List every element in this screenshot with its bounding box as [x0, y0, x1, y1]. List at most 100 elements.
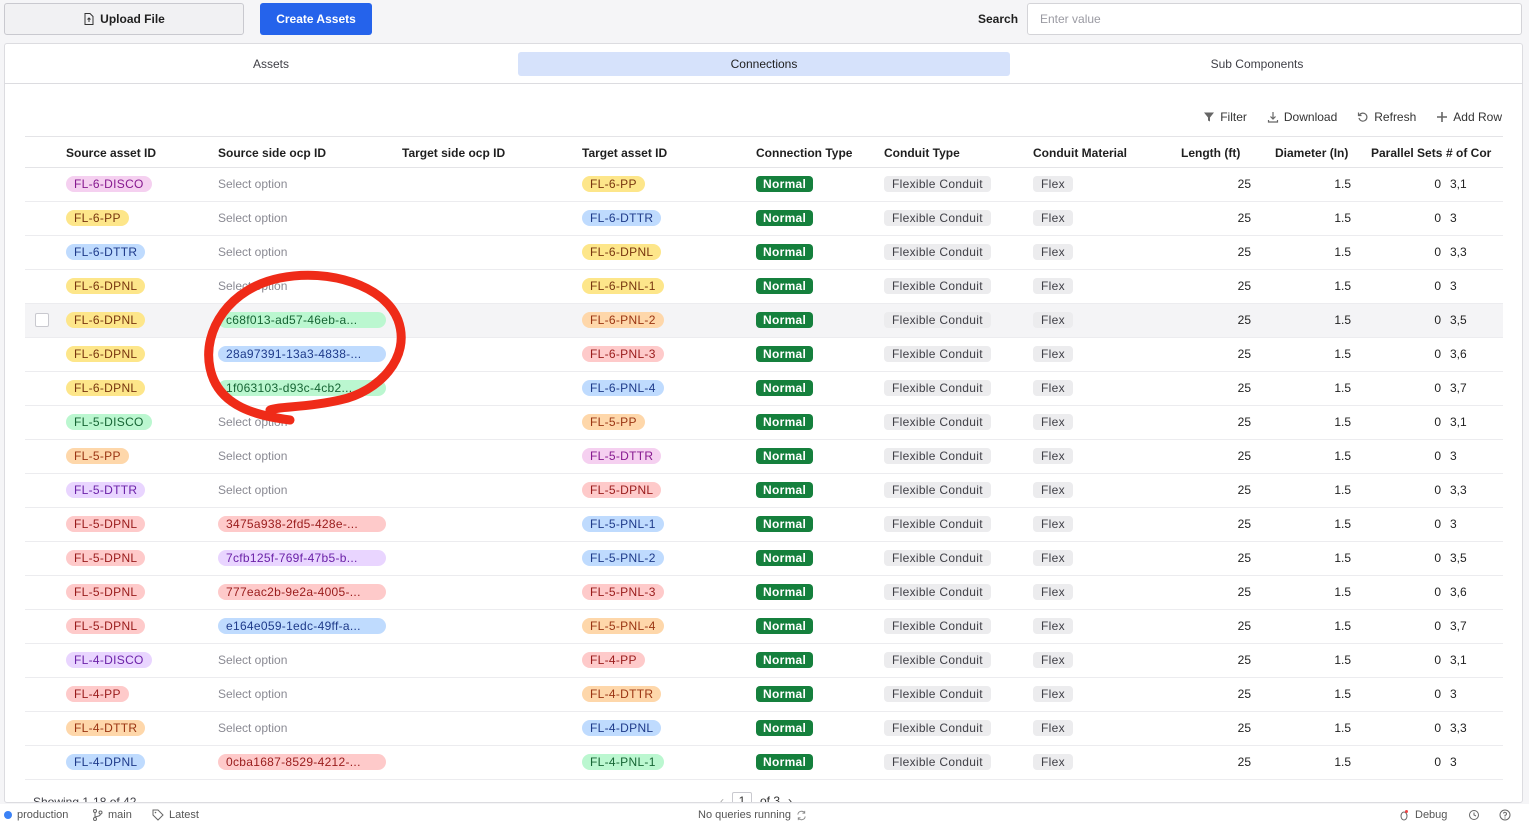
cell-conductors[interactable]: 3,7	[1450, 381, 1467, 395]
table-row[interactable]: FL-6-PP Select option FL-6-DTTR Normal Flexi…	[25, 202, 1503, 236]
conduit-type-tag[interactable]: Flexible Conduit	[884, 448, 991, 464]
target-asset-tag[interactable]: FL-6-PNL-3	[582, 346, 664, 362]
cell-len[interactable]: 25	[1191, 347, 1251, 361]
conduit-material-tag[interactable]: Flex	[1033, 210, 1073, 226]
col-target-side-ocp-id[interactable]: Target side ocp ID	[402, 146, 505, 160]
cell-par[interactable]: 0	[1381, 483, 1441, 497]
target-asset-tag[interactable]: FL-5-PNL-2	[582, 550, 664, 566]
cell-dia[interactable]: 1.5	[1291, 721, 1351, 735]
connection-type-tag[interactable]: Normal	[756, 754, 814, 770]
cell-par[interactable]: 0	[1381, 415, 1441, 429]
conduit-type-tag[interactable]: Flexible Conduit	[884, 652, 991, 668]
cell-len[interactable]: 25	[1191, 551, 1251, 565]
connection-type-tag[interactable]: Normal	[756, 346, 814, 362]
conduit-type-tag[interactable]: Flexible Conduit	[884, 210, 991, 226]
source-asset-tag[interactable]: FL-6-DPNL	[66, 346, 146, 362]
cell-len[interactable]: 25	[1191, 585, 1251, 599]
cell-conductors[interactable]: 3,6	[1450, 347, 1467, 361]
help-button[interactable]	[1499, 809, 1511, 821]
target-asset-tag[interactable]: FL-6-DTTR	[582, 210, 662, 226]
cell-len[interactable]: 25	[1191, 755, 1251, 769]
connection-type-tag[interactable]: Normal	[756, 686, 814, 702]
cell-par[interactable]: 0	[1381, 585, 1441, 599]
cell-par[interactable]: 0	[1381, 211, 1441, 225]
add-row-button[interactable]: Add Row	[1436, 110, 1502, 124]
col-source-side-ocp-id[interactable]: Source side ocp ID	[218, 146, 326, 160]
cell-conductors[interactable]: 3,1	[1450, 653, 1467, 667]
target-asset-tag[interactable]: FL-6-PP	[582, 176, 645, 192]
table-row[interactable]: FL-6-DTTR Select option FL-6-DPNL Normal Fle…	[25, 236, 1503, 270]
cell-dia[interactable]: 1.5	[1291, 619, 1351, 633]
branch-indicator[interactable]: main	[92, 809, 132, 821]
conduit-material-tag[interactable]: Flex	[1033, 516, 1073, 532]
cell-len[interactable]: 25	[1191, 687, 1251, 701]
cell-len[interactable]: 25	[1191, 279, 1251, 293]
connection-type-tag[interactable]: Normal	[756, 516, 814, 532]
conduit-material-tag[interactable]: Flex	[1033, 720, 1073, 736]
conduit-type-tag[interactable]: Flexible Conduit	[884, 584, 991, 600]
refresh-button[interactable]: Refresh	[1357, 110, 1416, 124]
table-row[interactable]: FL-5-PP Select option FL-5-DTTR Normal Flexi…	[25, 440, 1503, 474]
cell-par[interactable]: 0	[1381, 653, 1441, 667]
table-row[interactable]: FL-5-DPNL e164e059-1edc-49ff-a... FL-5-PNL…	[25, 610, 1503, 644]
source-asset-tag[interactable]: FL-6-PP	[66, 210, 129, 226]
col-connection-type[interactable]: Connection Type	[756, 146, 852, 160]
cell-len[interactable]: 25	[1191, 177, 1251, 191]
conduit-type-tag[interactable]: Flexible Conduit	[884, 278, 991, 294]
source-ocp-tag[interactable]: c68f013-ad57-46eb-a...	[218, 312, 386, 328]
col-parallel-sets[interactable]: Parallel Sets	[1371, 146, 1442, 160]
target-asset-tag[interactable]: FL-4-DTTR	[582, 686, 662, 702]
cell-par[interactable]: 0	[1381, 177, 1441, 191]
cell-par[interactable]: 0	[1381, 687, 1441, 701]
connection-type-tag[interactable]: Normal	[756, 618, 814, 634]
source-asset-tag[interactable]: FL-5-DISCO	[66, 414, 152, 430]
source-asset-tag[interactable]: FL-4-DPNL	[66, 754, 146, 770]
cell-par[interactable]: 0	[1381, 279, 1441, 293]
cell-par[interactable]: 0	[1381, 551, 1441, 565]
cell-len[interactable]: 25	[1191, 211, 1251, 225]
source-ocp-select[interactable]: Select option	[218, 653, 287, 667]
next-page-icon[interactable]: ›	[788, 794, 792, 802]
connection-type-tag[interactable]: Normal	[756, 448, 814, 464]
target-asset-tag[interactable]: FL-4-PNL-1	[582, 754, 664, 770]
table-row[interactable]: FL-4-DPNL 0cba1687-8529-4212-... FL-4-PNL-…	[25, 746, 1503, 780]
source-asset-tag[interactable]: FL-6-DISCO	[66, 176, 152, 192]
conduit-type-tag[interactable]: Flexible Conduit	[884, 482, 991, 498]
cell-dia[interactable]: 1.5	[1291, 687, 1351, 701]
source-ocp-tag[interactable]: e164e059-1edc-49ff-a...	[218, 618, 386, 634]
col-diameter[interactable]: Diameter (In)	[1275, 146, 1348, 160]
cell-len[interactable]: 25	[1191, 619, 1251, 633]
cell-dia[interactable]: 1.5	[1291, 449, 1351, 463]
source-ocp-select[interactable]: Select option	[218, 177, 287, 191]
cell-len[interactable]: 25	[1191, 449, 1251, 463]
cell-len[interactable]: 25	[1191, 415, 1251, 429]
cell-len[interactable]: 25	[1191, 483, 1251, 497]
col-conduit-material[interactable]: Conduit Material	[1033, 146, 1127, 160]
source-ocp-select[interactable]: Select option	[218, 245, 287, 259]
table-row[interactable]: FL-6-DPNL c68f013-ad57-46eb-a... FL-6-PNL-…	[25, 304, 1503, 338]
cell-conductors[interactable]: 3,3	[1450, 483, 1467, 497]
search-input[interactable]	[1027, 3, 1522, 35]
cell-conductors[interactable]: 3,3	[1450, 721, 1467, 735]
tab-sub-components[interactable]: Sub Components	[1011, 52, 1503, 76]
cell-conductors[interactable]: 3	[1450, 211, 1457, 225]
cell-dia[interactable]: 1.5	[1291, 755, 1351, 769]
upload-file-button[interactable]: Upload File	[4, 3, 244, 35]
cell-conductors[interactable]: 3,3	[1450, 245, 1467, 259]
cell-par[interactable]: 0	[1381, 381, 1441, 395]
cell-conductors[interactable]: 3	[1450, 279, 1457, 293]
conduit-type-tag[interactable]: Flexible Conduit	[884, 414, 991, 430]
conduit-material-tag[interactable]: Flex	[1033, 584, 1073, 600]
table-row[interactable]: FL-5-DPNL 3475a938-2fd5-428e-... FL-5-PNL-…	[25, 508, 1503, 542]
source-asset-tag[interactable]: FL-6-DPNL	[66, 278, 146, 294]
cell-par[interactable]: 0	[1381, 755, 1441, 769]
conduit-material-tag[interactable]: Flex	[1033, 652, 1073, 668]
source-asset-tag[interactable]: FL-5-PP	[66, 448, 129, 464]
table-row[interactable]: FL-4-DISCO Select option FL-4-PP Normal Flex…	[25, 644, 1503, 678]
conduit-material-tag[interactable]: Flex	[1033, 176, 1073, 192]
target-asset-tag[interactable]: FL-6-PNL-2	[582, 312, 664, 328]
col-source-asset-id[interactable]: Source asset ID	[66, 146, 156, 160]
cell-dia[interactable]: 1.5	[1291, 483, 1351, 497]
table-row[interactable]: FL-5-DPNL 7cfb125f-769f-47b5-b... FL-5-PNL…	[25, 542, 1503, 576]
conduit-material-tag[interactable]: Flex	[1033, 550, 1073, 566]
